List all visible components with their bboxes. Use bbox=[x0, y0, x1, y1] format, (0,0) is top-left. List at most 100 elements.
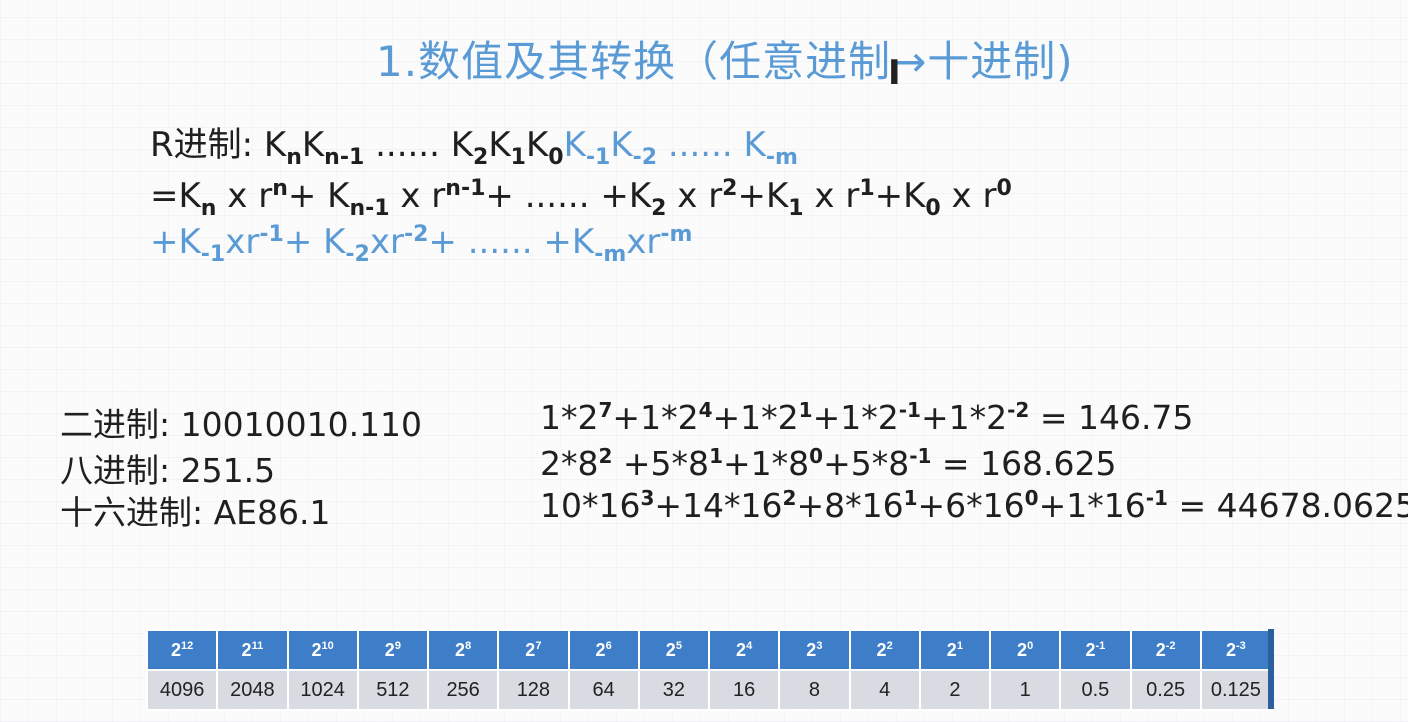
power-base: 2 bbox=[1017, 639, 1028, 660]
times-r: xr bbox=[369, 222, 404, 262]
power-value-cell: 256 bbox=[426, 669, 500, 711]
times-r: xr bbox=[225, 222, 260, 262]
term-exponent: -1 bbox=[898, 398, 921, 422]
sup: -1 bbox=[259, 222, 284, 247]
term-base: +1*2 bbox=[812, 398, 899, 437]
sub: -1 bbox=[200, 242, 226, 267]
formula-line-3: +K-1xr-1+ K-2xr-2+ ...... +K-mxr-m bbox=[150, 224, 692, 266]
term-base: +1*2 bbox=[712, 398, 799, 437]
term-exponent: 1 bbox=[798, 398, 813, 422]
sub: n-1 bbox=[349, 196, 390, 221]
term-exponent: 0 bbox=[1024, 486, 1039, 510]
power-exponent: 6 bbox=[605, 639, 612, 652]
exponent-header-cell: 27 bbox=[497, 629, 570, 671]
power-base: 2 bbox=[806, 639, 817, 660]
k-symbol: K bbox=[610, 125, 633, 165]
equals: = bbox=[150, 176, 179, 216]
exponent-header-cell: 21 bbox=[918, 629, 992, 671]
power-exponent: 1 bbox=[956, 639, 963, 652]
plus: + bbox=[283, 222, 324, 262]
times-r: xr bbox=[626, 222, 661, 262]
term-base: +5*8 bbox=[612, 444, 710, 483]
term-base: +1*2 bbox=[920, 398, 1008, 437]
power-value-cell: 0.125 bbox=[1199, 669, 1273, 711]
power-value-cell: 1024 bbox=[286, 669, 359, 711]
plus: + bbox=[600, 176, 629, 216]
power-value-cell: 2048 bbox=[216, 669, 289, 711]
exponent-header-cell: 29 bbox=[356, 629, 430, 671]
k-symbol: K bbox=[178, 222, 201, 262]
exponent-header-cell: 25 bbox=[637, 629, 711, 671]
power-value-cell: 1 bbox=[988, 669, 1062, 711]
sub: 0 bbox=[925, 196, 941, 221]
term-exponent: 7 bbox=[598, 398, 613, 422]
exponent-header-cell: 212 bbox=[145, 629, 219, 671]
power-value-cell: 2 bbox=[918, 669, 992, 711]
k-symbol: K bbox=[178, 176, 201, 216]
k-symbol: K bbox=[571, 222, 595, 262]
power-base: 2 bbox=[525, 639, 536, 660]
power-exponent: 8 bbox=[465, 639, 472, 652]
k-symbol: K bbox=[765, 176, 789, 216]
k-symbol: K bbox=[263, 125, 287, 165]
term-base: 2*8 bbox=[540, 444, 599, 483]
value-row: 4096 2048 1024 512 256 128 64 32 16 8 4 2 1 0.5 0.25 0.… bbox=[145, 669, 1273, 711]
k-symbol: K bbox=[323, 222, 346, 262]
term-base: +1*2 bbox=[612, 398, 699, 437]
term-base: +1*8 bbox=[722, 444, 810, 483]
ellipsis: ...... bbox=[524, 176, 601, 216]
term-exponent: 1 bbox=[709, 444, 723, 468]
sup: 0 bbox=[996, 176, 1012, 201]
exponent-header-cell: 26 bbox=[567, 629, 640, 671]
power-base: 2 bbox=[384, 639, 395, 660]
power-value-cell: 4 bbox=[848, 669, 921, 711]
term-base: +5*8 bbox=[823, 444, 910, 483]
times-r: x r bbox=[940, 176, 997, 216]
power-value-cell: 0.25 bbox=[1129, 669, 1202, 711]
k-symbol: K bbox=[563, 125, 586, 165]
power-exponent: 9 bbox=[394, 639, 401, 652]
plus: + bbox=[485, 176, 525, 216]
term-exponent: 2 bbox=[782, 486, 797, 510]
term-base: +8*16 bbox=[796, 486, 904, 525]
sub: n bbox=[286, 145, 302, 170]
sub: n-1 bbox=[324, 145, 365, 170]
hex-expansion: 10*163+14*162+8*161+6*160+1*16-1 = 44678… bbox=[540, 486, 1408, 525]
exponent-header-cell: 2-2 bbox=[1129, 629, 1202, 671]
table-edge-bar bbox=[1268, 629, 1274, 709]
power-exponent: 12 bbox=[181, 639, 194, 652]
k-symbol: K bbox=[327, 176, 350, 216]
sub: -2 bbox=[345, 242, 370, 267]
plus: + bbox=[287, 176, 328, 216]
times-r: x r bbox=[389, 176, 446, 216]
sup: 2 bbox=[722, 176, 738, 201]
octal-expansion: 2*82 +5*81+1*80+5*8-1 = 168.625 bbox=[540, 444, 1117, 483]
binary-label: 二进制: 10010010.110 bbox=[60, 405, 423, 444]
term-exponent: -1 bbox=[1145, 486, 1168, 510]
formula-line-1: R进制: KnKn-1 ...... K2K1K0K-1K-2 ...... K… bbox=[150, 128, 798, 169]
k-symbol: K bbox=[743, 125, 766, 165]
power-value-cell: 16 bbox=[707, 669, 781, 711]
times-r: x r bbox=[803, 176, 860, 216]
exponent-header-cell: 23 bbox=[778, 629, 851, 671]
exponent-header-cell: 210 bbox=[286, 629, 359, 671]
sup: 1 bbox=[859, 176, 875, 201]
sup: -2 bbox=[403, 222, 429, 247]
sub: -2 bbox=[632, 145, 658, 170]
k-symbol: K bbox=[301, 125, 325, 165]
power-exponent: -2 bbox=[1165, 639, 1176, 652]
exponent-header-cell: 22 bbox=[848, 629, 921, 671]
power-base: 2 bbox=[170, 639, 181, 660]
times-r: x r bbox=[666, 176, 723, 216]
formula-line-2: =Kn x rn+ Kn-1 x rn-1+ ...... +K2 x r2+K… bbox=[150, 178, 1012, 220]
sub: 1 bbox=[788, 196, 804, 221]
sub: 2 bbox=[473, 145, 489, 170]
term-base: +14*16 bbox=[654, 486, 783, 525]
power-exponent: 10 bbox=[321, 639, 334, 652]
term-exponent: -2 bbox=[1007, 398, 1030, 422]
exponent-header-cell: 2-1 bbox=[1059, 629, 1132, 671]
hex-label: 十六进制: AE86.1 bbox=[60, 493, 331, 532]
text-cursor-icon: I bbox=[888, 53, 901, 93]
powers-of-two-table: 212 211 210 29 28 27 26 25 24 23 22 21 20 2-1 2-2 2-3 4… bbox=[145, 629, 1273, 711]
result-value: = 168.625 bbox=[931, 444, 1117, 483]
